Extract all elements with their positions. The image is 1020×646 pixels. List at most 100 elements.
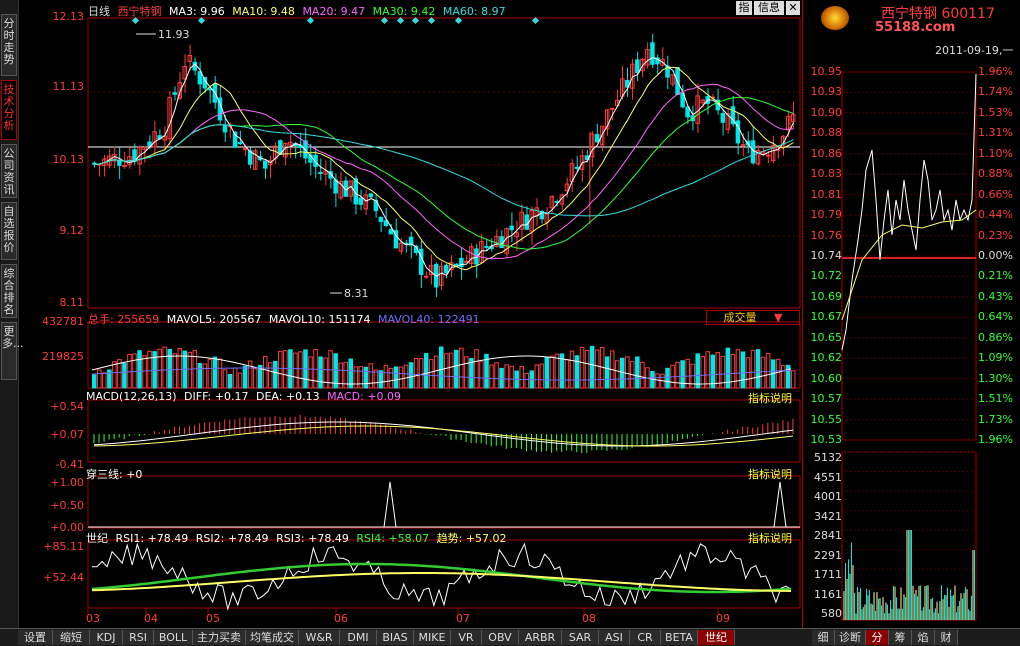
month-label-3: 06	[334, 612, 348, 625]
volume-bar	[273, 360, 278, 389]
intraday-chart[interactable]	[802, 60, 1020, 628]
mavol10: MAVOL10: 151174	[268, 313, 371, 326]
intraday-price-label-16: 10.57	[810, 392, 843, 406]
volume-bar	[524, 372, 529, 389]
volume-bar	[378, 370, 384, 389]
bottom-tab-8[interactable]: DMI	[340, 630, 377, 645]
volume-bar	[308, 356, 313, 389]
month-label-4: 07	[456, 612, 470, 625]
volume-bar	[358, 366, 364, 389]
macd-value: MACD: +0.09	[327, 390, 402, 403]
right-tab-5[interactable]: 财	[935, 630, 958, 645]
bottom-tab-12[interactable]: OBV	[482, 630, 519, 645]
volume-bar	[534, 364, 540, 389]
volume-axis-label-1: 219825	[42, 350, 84, 363]
volume-bar	[268, 362, 273, 389]
rsi2-value: RSI2: +78.49	[195, 532, 269, 545]
volume-bar	[368, 363, 374, 389]
volume-bar	[715, 351, 721, 389]
candle-body	[262, 160, 268, 169]
volume-bar	[755, 349, 761, 389]
bottom-tab-17[interactable]: BETA	[661, 630, 698, 645]
volume-bar	[760, 356, 766, 389]
right-tab-4[interactable]: 焰	[912, 630, 935, 645]
bottom-tab-4[interactable]: BOLL	[154, 630, 193, 645]
zhi-button[interactable]: 指	[736, 1, 752, 15]
rsi-indicator-help[interactable]: 指标说明	[748, 530, 792, 546]
right-tab-3[interactable]: 筹	[889, 630, 912, 645]
bottom-tab-5[interactable]: 主力买卖	[193, 630, 246, 645]
month-label-1: 04	[144, 612, 158, 625]
volume-bar	[509, 365, 514, 389]
volume-bar	[569, 350, 575, 389]
bottom-tab-11[interactable]: VR	[451, 630, 482, 645]
info-button[interactable]: 信息	[754, 1, 784, 15]
month-axis: 03 04 05 06 07 08 09	[86, 608, 730, 625]
candle-body	[454, 263, 459, 266]
left-tab-4[interactable]: 综合排名	[1, 264, 17, 318]
bottom-tab-14[interactable]: SAR	[562, 630, 599, 645]
volume-bar	[499, 367, 504, 389]
volume-bar	[142, 355, 147, 389]
csx-axis-label-2: +0.00	[50, 521, 84, 534]
intraday-percent-label-17: 1.73%	[978, 412, 1013, 426]
left-tab-2[interactable]: 公司资讯	[1, 144, 17, 198]
volume-bar	[740, 351, 746, 389]
volume-bar	[222, 369, 228, 389]
volume-bar	[202, 363, 208, 389]
intraday-price-label-1: 10.93	[810, 85, 843, 99]
bottom-tab-18[interactable]: 世纪	[698, 630, 735, 645]
logo-icon	[821, 6, 849, 30]
volume-bar	[438, 346, 444, 389]
bottom-tab-3[interactable]: RSI	[123, 630, 154, 645]
volume-bar	[640, 361, 645, 389]
stock-name: 西宁特钢	[117, 5, 162, 18]
intraday-percent-label-4: 1.10%	[978, 146, 1013, 160]
bottom-tab-15[interactable]: ASI	[599, 630, 630, 645]
bottom-tab-0[interactable]: 设置	[18, 630, 53, 645]
bottom-tab-6[interactable]: 均笔成交	[246, 630, 299, 645]
candle-body	[358, 197, 364, 205]
volume-bar	[554, 353, 560, 389]
ma3-line	[94, 57, 794, 277]
mavol40: MAVOL40: 122491	[377, 313, 480, 326]
volume-bar	[594, 349, 600, 389]
left-tab-1[interactable]: 技术分析	[1, 80, 17, 140]
volume-bar	[519, 366, 524, 389]
volume-bar	[262, 356, 268, 389]
bottom-tab-1[interactable]: 缩短	[53, 630, 90, 645]
volume-bar	[157, 348, 162, 389]
left-tab-3[interactable]: 自选报价	[1, 202, 17, 260]
right-tab-2[interactable]: 分	[866, 630, 889, 645]
csx-indicator-help[interactable]: 指标说明	[748, 466, 792, 482]
volume-bar	[474, 349, 479, 389]
bottom-tab-9[interactable]: BIAS	[377, 630, 414, 645]
intraday-percent-label-18: 1.96%	[978, 433, 1013, 446]
month-label-5: 08	[582, 612, 596, 625]
right-tab-0[interactable]: 细	[812, 630, 835, 645]
volume-bar	[293, 352, 298, 389]
right-tab-1[interactable]: 诊断	[835, 630, 866, 645]
period-label: 日线	[88, 5, 110, 18]
intraday-price-label-11: 10.69	[810, 289, 843, 303]
intraday-price-label-9: 10.74	[810, 249, 843, 262]
macd-indicator-help[interactable]: 指标说明	[748, 390, 792, 406]
bottom-tab-7[interactable]: W&R	[299, 630, 340, 645]
bottom-tab-10[interactable]: MIKE	[414, 630, 451, 645]
volume-bar	[112, 361, 117, 389]
bottom-tab-2[interactable]: KDJ	[90, 630, 123, 645]
candle-body	[172, 92, 177, 95]
volume-bar	[494, 362, 499, 389]
intraday-percent-label-6: 0.66%	[978, 187, 1013, 201]
volume-bar	[242, 365, 248, 389]
left-tab-0[interactable]: 分时走势	[1, 14, 17, 76]
volume-header: 总手: 255659 MAVOL5: 205567 MAVOL10: 15117…	[88, 311, 484, 327]
bottom-tab-13[interactable]: ARBR	[519, 630, 562, 645]
intraday-price-label-15: 10.60	[810, 371, 843, 385]
volume-indicator-dropdown[interactable]: 成交量 ▼	[706, 310, 800, 325]
volume-bar	[162, 346, 167, 389]
candle-body	[318, 171, 323, 174]
close-icon[interactable]: ✕	[786, 1, 800, 15]
intraday-percent-label-7: 0.44%	[978, 208, 1013, 222]
bottom-tab-16[interactable]: CR	[630, 630, 661, 645]
